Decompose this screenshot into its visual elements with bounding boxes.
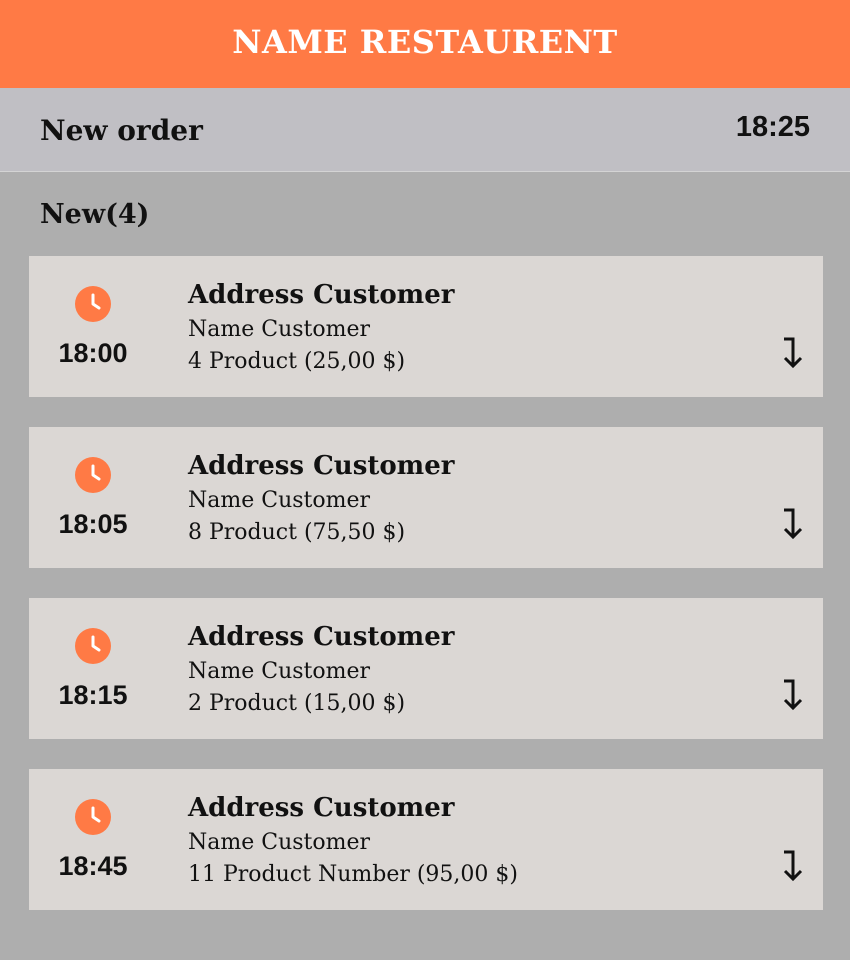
order-time: 18:45 bbox=[58, 851, 128, 881]
clock-icon bbox=[75, 628, 111, 664]
order-card[interactable]: 18:00 Address Customer Name Customer 4 P… bbox=[29, 256, 823, 397]
order-customer: Name Customer bbox=[188, 659, 371, 684]
order-card[interactable]: 18:45 Address Customer Name Customer 11 … bbox=[29, 769, 823, 910]
current-time: 18:25 bbox=[735, 111, 810, 143]
arrow-down-icon[interactable] bbox=[779, 678, 805, 712]
order-products: 2 Product (15,00 $) bbox=[188, 691, 406, 716]
arrow-down-icon[interactable] bbox=[779, 336, 805, 370]
order-products: 8 Product (75,50 $) bbox=[188, 520, 406, 545]
app-header: NAME RESTAURENT bbox=[0, 0, 850, 88]
arrow-down-icon[interactable] bbox=[779, 507, 805, 541]
order-time: 18:00 bbox=[58, 338, 128, 368]
order-time: 18:15 bbox=[58, 680, 128, 710]
page-title: New order bbox=[40, 114, 203, 147]
order-list: 18:00 Address Customer Name Customer 4 P… bbox=[29, 256, 823, 940]
clock-icon bbox=[75, 286, 111, 322]
order-time: 18:05 bbox=[58, 509, 128, 539]
order-address: Address Customer bbox=[188, 793, 455, 823]
order-address: Address Customer bbox=[188, 280, 455, 310]
order-address: Address Customer bbox=[188, 622, 455, 652]
order-card[interactable]: 18:05 Address Customer Name Customer 8 P… bbox=[29, 427, 823, 568]
order-customer: Name Customer bbox=[188, 488, 371, 513]
restaurant-name: NAME RESTAURENT bbox=[232, 23, 618, 61]
order-products: 4 Product (25,00 $) bbox=[188, 349, 406, 374]
order-products: 11 Product Number (95,00 $) bbox=[188, 862, 518, 887]
order-customer: Name Customer bbox=[188, 830, 371, 855]
order-address: Address Customer bbox=[188, 451, 455, 481]
order-customer: Name Customer bbox=[188, 317, 371, 342]
clock-icon bbox=[75, 799, 111, 835]
section-heading-new: New(4) bbox=[40, 199, 150, 230]
order-card[interactable]: 18:15 Address Customer Name Customer 2 P… bbox=[29, 598, 823, 739]
page-header: New order 18:25 bbox=[0, 88, 850, 172]
clock-icon bbox=[75, 457, 111, 493]
arrow-down-icon[interactable] bbox=[779, 849, 805, 883]
